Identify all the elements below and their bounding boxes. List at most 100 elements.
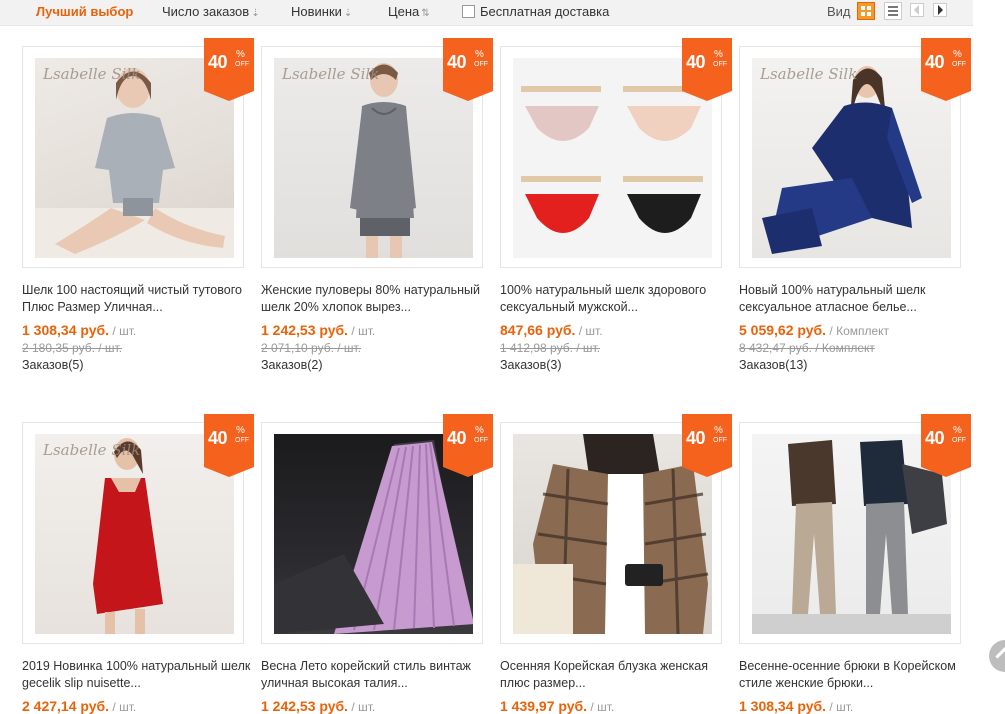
brand-logo: Lsabelle Silk xyxy=(43,65,141,83)
discount-off-label: OFF xyxy=(474,437,488,444)
brand-logo: Lsabelle Silk xyxy=(282,65,380,83)
price-value: 1 308,34 руб. xyxy=(22,322,110,338)
brand-logo: Lsabelle Silk xyxy=(760,65,858,83)
product-title[interactable]: 2019 Новинка 100% натуральный шелк gecel… xyxy=(22,658,254,692)
discount-value: 40 xyxy=(447,52,467,72)
price-unit: / шт. xyxy=(575,324,603,338)
scroll-to-top-button[interactable] xyxy=(989,640,1005,672)
discount-value: 40 xyxy=(208,52,228,72)
discount-percent: % xyxy=(714,425,723,436)
product-title[interactable]: Шелк 100 настоящий чистый тутового Плюс … xyxy=(22,282,254,316)
discount-badge: 40 % OFF xyxy=(921,414,971,477)
sort-new-label: Новинки xyxy=(291,4,342,19)
arrow-down-icon: ⇣ xyxy=(343,8,353,19)
view-label: Вид xyxy=(827,4,851,19)
prev-page-button[interactable] xyxy=(910,3,924,17)
product-title[interactable]: Осенняя Корейская блузка женская плюс ра… xyxy=(500,658,732,692)
discount-value: 40 xyxy=(925,428,945,448)
discount-percent: % xyxy=(953,425,962,436)
price-value: 1 308,34 руб. xyxy=(739,698,827,714)
price-value: 2 427,14 руб. xyxy=(22,698,110,714)
free-shipping-checkbox[interactable] xyxy=(462,5,475,18)
orders-count: Заказов(5) xyxy=(22,358,84,372)
discount-off-label: OFF xyxy=(952,61,966,68)
orders-count: Заказов(3) xyxy=(500,358,562,372)
discount-value: 40 xyxy=(686,52,706,72)
product-title[interactable]: Весенне-осенние брюки в Корейском стиле … xyxy=(739,658,971,692)
product-price: 1 242,53 руб. / шт. xyxy=(261,698,375,714)
sort-orders-label: Число заказов xyxy=(162,4,250,19)
next-page-button[interactable] xyxy=(933,3,947,17)
free-shipping-filter[interactable]: Бесплатная доставка xyxy=(462,4,609,19)
sort-bar: Лучший выбор Число заказов ⇣ Новинки ⇣ Цен… xyxy=(0,0,973,26)
orders-count: Заказов(2) xyxy=(261,358,323,372)
product-image[interactable]: Lsabelle Silk 40 % OFF xyxy=(739,38,971,268)
chevron-right-icon xyxy=(938,5,943,15)
product-title[interactable]: Новый 100% натуральный шелк сексуальное … xyxy=(739,282,971,316)
product-price: 5 059,62 руб. / Комплект xyxy=(739,322,889,338)
discount-badge: 40 % OFF xyxy=(682,414,732,477)
price-value: 1 242,53 руб. xyxy=(261,322,349,338)
discount-badge: 40 % OFF xyxy=(682,38,732,101)
product-image[interactable]: 40 % OFF xyxy=(739,414,971,644)
price-unit: / шт. xyxy=(348,700,376,714)
discount-percent: % xyxy=(236,49,245,60)
discount-percent: % xyxy=(475,425,484,436)
discount-value: 40 xyxy=(208,428,228,448)
price-value: 847,66 руб. xyxy=(500,322,576,338)
discount-off-label: OFF xyxy=(474,61,488,68)
discount-off-label: OFF xyxy=(713,437,727,444)
price-unit: / шт. xyxy=(587,700,615,714)
sort-by-price[interactable]: Цена ⇅ xyxy=(388,4,430,19)
discount-percent: % xyxy=(953,49,962,60)
product-price: 1 308,34 руб. / шт. xyxy=(739,698,853,714)
product-image[interactable]: 40 % OFF xyxy=(500,414,732,644)
product-image[interactable]: Lsabelle Silk 40 % OFF xyxy=(22,38,254,268)
grid-view-button[interactable] xyxy=(857,2,875,20)
product-price: 1 308,34 руб. / шт. xyxy=(22,322,136,338)
product-title[interactable]: Женские пуловеры 80% натуральный шелк 20… xyxy=(261,282,493,316)
original-price: 2 180,35 руб. / шт. xyxy=(22,341,123,355)
orders-count: Заказов(13) xyxy=(739,358,808,372)
product-price: 1 242,53 руб. / шт. xyxy=(261,322,375,338)
discount-percent: % xyxy=(714,49,723,60)
chevron-left-icon xyxy=(914,5,919,15)
product-title[interactable]: Весна Лето корейский стиль винтаж улична… xyxy=(261,658,493,692)
product-image[interactable]: Lsabelle Silk 40 % OFF xyxy=(22,414,254,644)
product-image[interactable]: 40 % OFF xyxy=(500,38,732,268)
price-unit: / Комплект xyxy=(826,324,890,338)
original-price: 1 412,98 руб. / шт. xyxy=(500,341,601,355)
discount-percent: % xyxy=(236,425,245,436)
original-price: 8 432,47 руб. / Комплект xyxy=(739,341,875,355)
discount-badge: 40 % OFF xyxy=(443,38,493,101)
arrow-down-icon: ⇣ xyxy=(251,8,260,19)
discount-value: 40 xyxy=(925,52,945,72)
discount-badge: 40 % OFF xyxy=(204,38,254,101)
product-image[interactable]: Lsabelle Silk 40 % OFF xyxy=(261,38,493,268)
discount-off-label: OFF xyxy=(952,437,966,444)
product-image[interactable]: 40 % OFF xyxy=(261,414,493,644)
sort-price-label: Цена xyxy=(388,4,420,19)
discount-off-label: OFF xyxy=(713,61,727,68)
price-unit: / шт. xyxy=(826,700,854,714)
sort-by-new[interactable]: Новинки ⇣ xyxy=(291,4,352,19)
product-price: 1 439,97 руб. / шт. xyxy=(500,698,614,714)
price-value: 1 242,53 руб. xyxy=(261,698,349,714)
discount-off-label: OFF xyxy=(235,437,249,444)
price-unit: / шт. xyxy=(348,324,376,338)
discount-badge: 40 % OFF xyxy=(921,38,971,101)
sort-best-match[interactable]: Лучший выбор xyxy=(36,4,133,19)
original-price: 2 071,10 руб. / шт. xyxy=(261,341,362,355)
sort-by-orders[interactable]: Число заказов ⇣ xyxy=(162,4,260,19)
brand-logo: Lsabelle Silk xyxy=(43,441,141,459)
discount-percent: % xyxy=(475,49,484,60)
free-shipping-label: Бесплатная доставка xyxy=(480,4,610,19)
list-view-button[interactable] xyxy=(884,2,902,20)
discount-off-label: OFF xyxy=(235,61,249,68)
product-price: 847,66 руб. / шт. xyxy=(500,322,603,338)
discount-value: 40 xyxy=(686,428,706,448)
discount-value: 40 xyxy=(447,428,467,448)
discount-badge: 40 % OFF xyxy=(443,414,493,477)
product-title[interactable]: 100% натуральный шелк здорового сексуаль… xyxy=(500,282,732,316)
product-price: 2 427,14 руб. / шт. xyxy=(22,698,136,714)
